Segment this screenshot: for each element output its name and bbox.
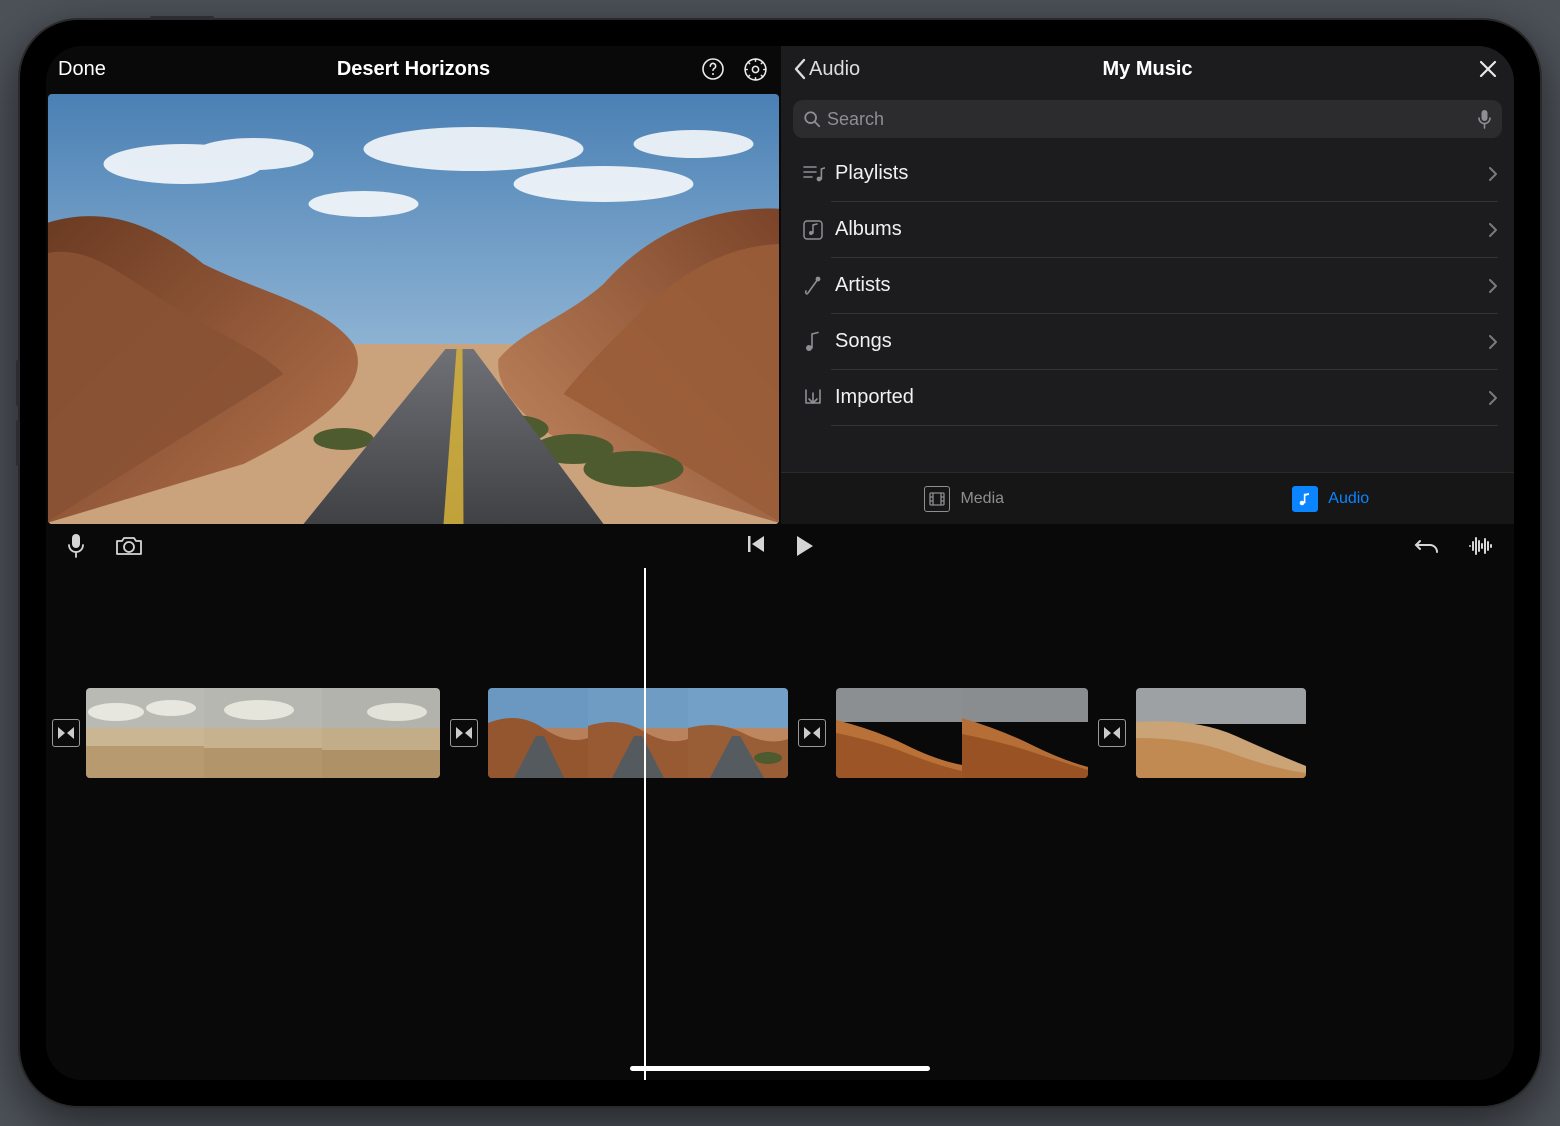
imported-icon xyxy=(795,387,831,409)
done-button[interactable]: Done xyxy=(58,58,106,81)
row-imported[interactable]: Imported xyxy=(781,370,1514,426)
back-label: Audio xyxy=(809,58,860,81)
search-input[interactable] xyxy=(827,109,1477,130)
timeline-clip[interactable] xyxy=(86,688,440,778)
row-label: Albums xyxy=(831,202,1480,258)
clip-thumbnail xyxy=(588,688,688,778)
transition-icon[interactable] xyxy=(1098,719,1126,747)
row-songs[interactable]: Songs xyxy=(781,314,1514,370)
clip-thumbnail xyxy=(204,688,322,778)
clip-thumbnail xyxy=(86,688,204,778)
panel-title: My Music xyxy=(781,58,1514,81)
panel-header: Audio My Music xyxy=(781,46,1514,92)
chevron-right-icon xyxy=(1480,146,1498,202)
video-track xyxy=(86,688,1514,778)
help-icon[interactable] xyxy=(699,55,727,83)
row-label: Playlists xyxy=(831,146,1480,202)
artists-icon xyxy=(795,275,831,297)
tab-label: Media xyxy=(960,490,1004,508)
row-albums[interactable]: Albums xyxy=(781,202,1514,258)
back-button[interactable]: Audio xyxy=(793,58,860,81)
timeline-clip[interactable] xyxy=(488,688,788,778)
chevron-right-icon xyxy=(1480,314,1498,370)
music-note-icon xyxy=(1292,486,1318,512)
video-preview[interactable] xyxy=(48,94,779,524)
tab-label: Audio xyxy=(1328,490,1369,508)
search-field[interactable] xyxy=(793,100,1502,138)
project-title: Desert Horizons xyxy=(46,58,781,81)
timeline-clip[interactable] xyxy=(836,688,1088,778)
screen: Done Desert Horizons xyxy=(46,46,1514,1080)
music-categories-list: Playlists Albums xyxy=(781,146,1514,472)
device-button xyxy=(16,420,20,466)
device-button xyxy=(150,16,214,20)
clip-thumbnail xyxy=(488,688,588,778)
camera-icon[interactable] xyxy=(114,535,144,557)
songs-icon xyxy=(795,331,831,353)
clip-thumbnail xyxy=(836,688,962,778)
waveform-icon[interactable] xyxy=(1468,535,1494,557)
clip-thumbnail xyxy=(322,688,440,778)
clip-thumbnail xyxy=(1136,688,1306,778)
chevron-right-icon xyxy=(1480,370,1498,426)
play-icon[interactable] xyxy=(794,535,814,557)
filmstrip-icon xyxy=(924,486,950,512)
record-voiceover-icon[interactable] xyxy=(66,533,86,559)
skip-back-icon[interactable] xyxy=(746,535,766,557)
row-label: Imported xyxy=(831,370,1480,426)
tab-audio[interactable]: Audio xyxy=(1148,473,1515,524)
chevron-right-icon xyxy=(1480,258,1498,314)
panel-tabs: Media Audio xyxy=(781,472,1514,524)
clip-thumbnail xyxy=(688,688,788,778)
home-indicator[interactable] xyxy=(630,1066,930,1071)
preview-header: Done Desert Horizons xyxy=(46,46,781,92)
transition-icon[interactable] xyxy=(450,719,478,747)
row-label: Songs xyxy=(831,314,1480,370)
row-label: Artists xyxy=(831,258,1480,314)
dictation-icon[interactable] xyxy=(1477,109,1492,129)
close-icon[interactable] xyxy=(1474,55,1502,83)
row-playlists[interactable]: Playlists xyxy=(781,146,1514,202)
playhead[interactable] xyxy=(644,568,646,1080)
device-button xyxy=(16,360,20,406)
timeline[interactable] xyxy=(46,568,1514,1080)
chevron-right-icon xyxy=(1480,202,1498,258)
gear-icon[interactable] xyxy=(741,55,769,83)
tab-media[interactable]: Media xyxy=(781,473,1148,524)
transition-icon[interactable] xyxy=(798,719,826,747)
preview-column: Done Desert Horizons xyxy=(46,46,781,524)
albums-icon xyxy=(795,219,831,241)
undo-icon[interactable] xyxy=(1414,535,1440,557)
playlists-icon xyxy=(795,163,831,185)
clip-thumbnail xyxy=(962,688,1088,778)
transition-icon[interactable] xyxy=(52,719,80,747)
top-region: Done Desert Horizons xyxy=(46,46,1514,524)
playback-toolbar xyxy=(46,524,1514,568)
row-artists[interactable]: Artists xyxy=(781,258,1514,314)
timeline-clip[interactable] xyxy=(1136,688,1306,778)
ipad-device-frame: Done Desert Horizons xyxy=(20,20,1540,1106)
search-icon xyxy=(803,110,821,128)
audio-browser-panel: Audio My Music xyxy=(781,46,1514,524)
